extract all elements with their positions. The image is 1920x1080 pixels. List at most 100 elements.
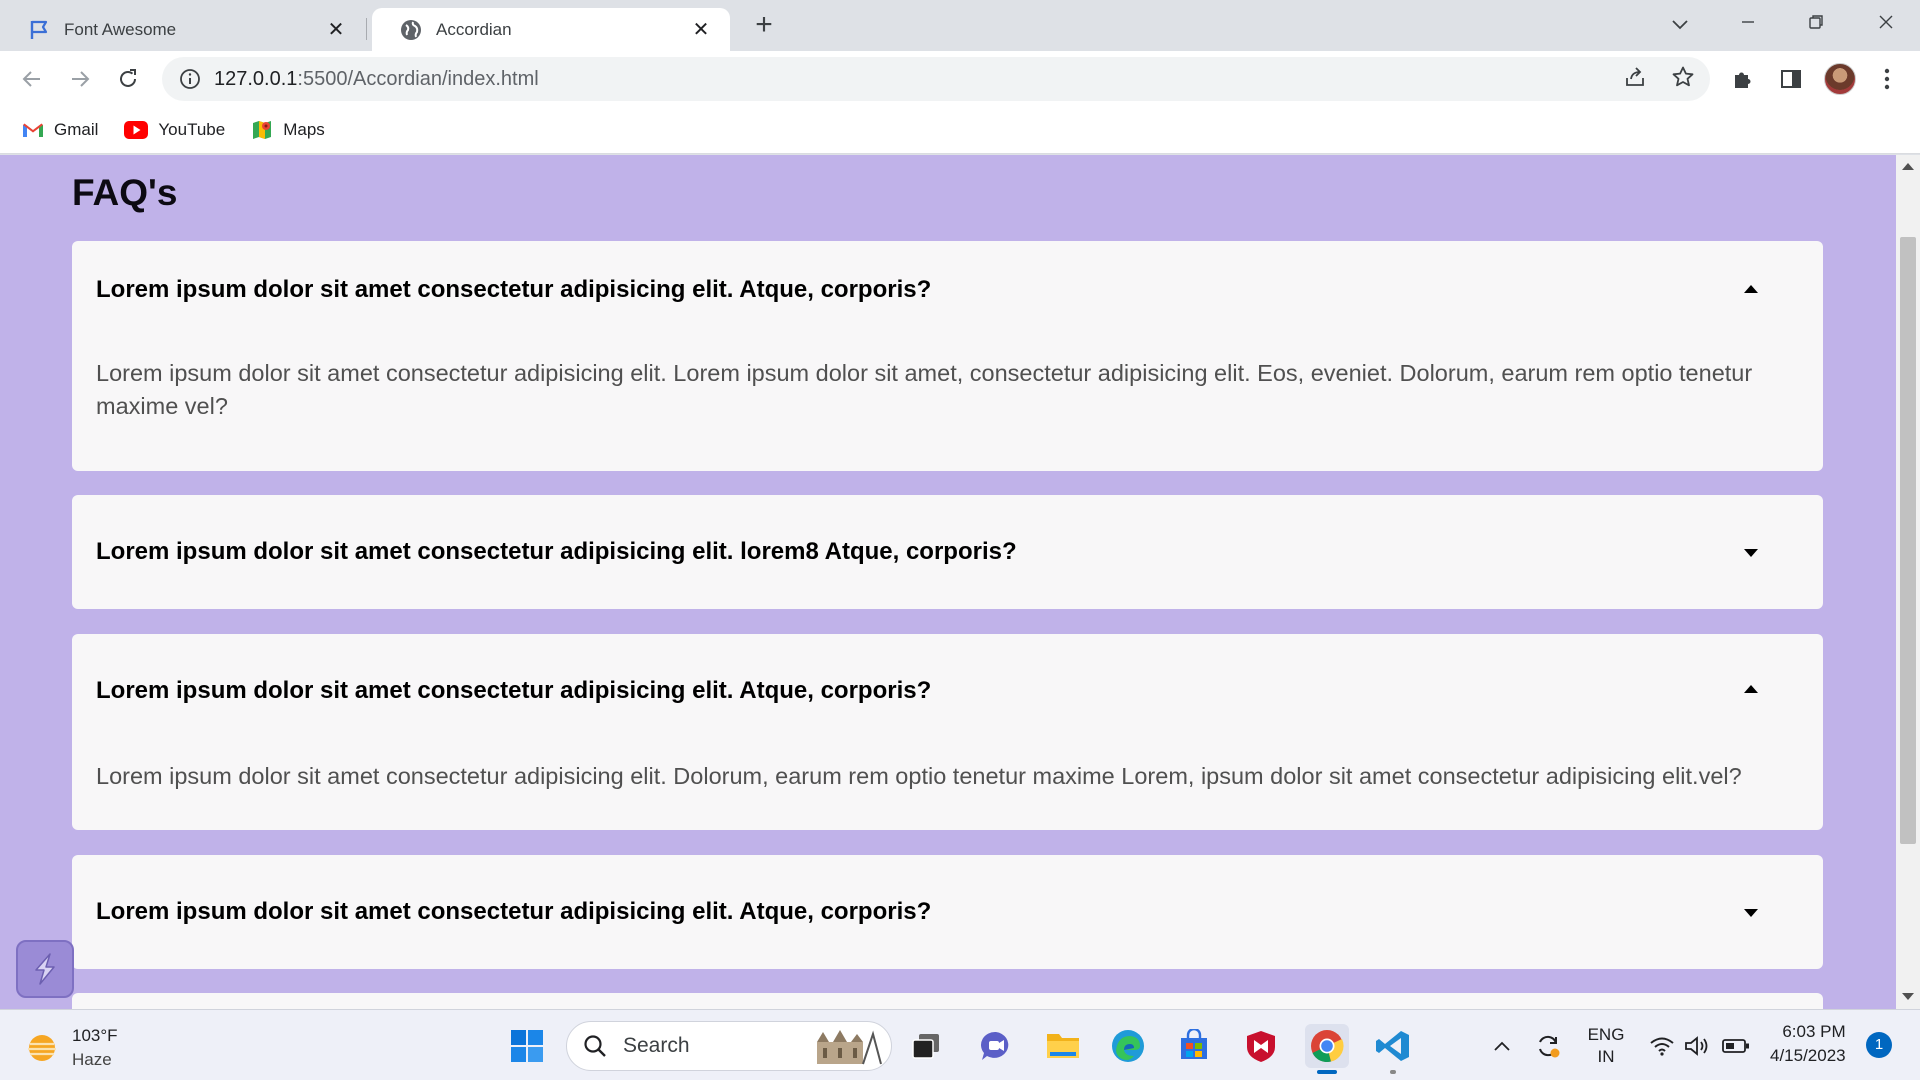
volume-icon[interactable] xyxy=(1683,1024,1713,1068)
clock-time: 6:03 PM xyxy=(1782,1022,1846,1041)
page-scrollbar[interactable] xyxy=(1896,155,1920,1009)
bookmark-label: Maps xyxy=(283,119,325,139)
faq-question[interactable]: Lorem ipsum dolor sit amet consectetur a… xyxy=(96,276,931,304)
faq-answer: Lorem ipsum dolor sit amet consectetur a… xyxy=(96,763,1742,789)
start-button[interactable] xyxy=(505,1024,549,1068)
new-tab-button[interactable]: + xyxy=(748,8,780,44)
page-viewport: FAQ's Lorem ipsum dolor sit amet consect… xyxy=(0,155,1920,1009)
browser-toolbar: 127.0.0.1:5500/Accordian/index.html xyxy=(0,51,1920,106)
language-code: ENG xyxy=(1587,1025,1625,1044)
extensions-puzzle-icon[interactable] xyxy=(1728,64,1758,94)
side-panel-icon[interactable] xyxy=(1776,64,1806,94)
weather-condition: Haze xyxy=(72,1050,112,1069)
scrollbar-thumb[interactable] xyxy=(1900,237,1916,844)
faq-item: Lorem ipsum dolor sit amet consectetur a… xyxy=(72,495,1823,609)
page-title: FAQ's xyxy=(72,172,178,213)
tab-search-icon[interactable] xyxy=(1650,6,1710,42)
caret-down-icon[interactable] xyxy=(1743,908,1759,918)
gmail-icon xyxy=(23,123,43,137)
forward-button[interactable] xyxy=(62,61,98,97)
input-language-indicator[interactable]: ENG IN xyxy=(1584,1024,1628,1068)
restore-button[interactable] xyxy=(1786,6,1846,42)
close-icon[interactable]: ✕ xyxy=(325,17,347,42)
reload-button[interactable] xyxy=(110,61,146,97)
flag-icon xyxy=(30,20,48,39)
info-icon[interactable] xyxy=(178,67,202,91)
search-label: Search xyxy=(623,1034,690,1057)
vscode-button[interactable] xyxy=(1371,1024,1415,1074)
share-icon[interactable] xyxy=(1620,62,1650,92)
tab-title: Accordian xyxy=(436,19,512,39)
teams-chat-button[interactable] xyxy=(974,1024,1018,1068)
search-highlight-illustration-icon xyxy=(817,1030,882,1065)
scroll-up-arrow-icon[interactable] xyxy=(1902,163,1914,170)
bookmark-star-icon[interactable] xyxy=(1668,62,1698,92)
globe-icon xyxy=(401,19,421,40)
bookmark-label: Gmail xyxy=(54,119,99,139)
address-bar[interactable]: 127.0.0.1:5500/Accordian/index.html xyxy=(162,57,1710,101)
mcafee-button[interactable] xyxy=(1239,1024,1283,1068)
tab-strip: Font Awesome ✕ Accordian ✕ + xyxy=(0,0,1920,51)
mcafee-shield-icon xyxy=(1247,1031,1275,1062)
region-code: IN xyxy=(1597,1047,1615,1066)
faq-question[interactable]: Lorem ipsum dolor sit amet consectetur a… xyxy=(96,898,931,926)
edge-browser-button[interactable] xyxy=(1106,1024,1150,1068)
lightning-icon xyxy=(35,953,55,985)
faq-question[interactable]: Lorem ipsum dolor sit amet consectetur a… xyxy=(96,677,931,705)
running-indicator xyxy=(1390,1070,1396,1074)
notification-badge[interactable]: 1 xyxy=(1866,1032,1892,1058)
microsoft-store-button[interactable] xyxy=(1172,1024,1216,1068)
sync-icon[interactable] xyxy=(1532,1024,1564,1068)
chrome-browser-button[interactable] xyxy=(1305,1024,1349,1074)
weather-temp: 103°F xyxy=(72,1026,118,1045)
bookmark-label: YouTube xyxy=(158,119,226,139)
running-indicator xyxy=(1317,1070,1337,1074)
tab-font-awesome[interactable]: Font Awesome ✕ xyxy=(0,8,365,51)
minimize-button[interactable] xyxy=(1718,6,1778,42)
file-explorer-button[interactable] xyxy=(1041,1024,1085,1068)
battery-icon[interactable] xyxy=(1720,1024,1752,1068)
arrow-right-icon xyxy=(72,71,90,87)
faq-item: Lorem ipsum dolor sit amet consectetur a… xyxy=(72,634,1823,830)
close-window-button[interactable] xyxy=(1856,6,1916,42)
tab-accordian[interactable]: Accordian ✕ xyxy=(372,8,730,51)
taskbar-clock[interactable]: 6:03 PM 4/15/2023 xyxy=(1770,1020,1846,1068)
faq-item: Lorem ipsum dolor sit amet consectetur a… xyxy=(72,241,1823,471)
extension-floating-button[interactable] xyxy=(16,940,74,998)
task-view-icon xyxy=(912,1034,939,1059)
tab-separator xyxy=(366,18,367,40)
taskbar-search[interactable]: Search xyxy=(566,1021,892,1071)
folder-icon xyxy=(1047,1034,1079,1058)
close-icon[interactable]: ✕ xyxy=(690,17,712,42)
maps-icon xyxy=(253,120,272,139)
windows-taskbar: 103°F Haze Search ENG IN 6:03 PM 4/15/20… xyxy=(0,1009,1920,1080)
wifi-icon[interactable] xyxy=(1648,1024,1676,1068)
caret-up-icon[interactable] xyxy=(1743,684,1759,694)
faq-question[interactable]: Lorem ipsum dolor sit amet consectetur a… xyxy=(96,538,1017,566)
faq-answer: Lorem ipsum dolor sit amet consectetur a… xyxy=(96,360,1753,419)
bookmark-gmail[interactable]: Gmail xyxy=(22,120,98,140)
url-text: 127.0.0.1:5500/Accordian/index.html xyxy=(214,67,539,90)
profile-avatar[interactable] xyxy=(1824,63,1856,95)
store-icon xyxy=(1181,1029,1207,1059)
arrow-left-icon xyxy=(22,71,40,87)
back-button[interactable] xyxy=(14,61,50,97)
youtube-icon xyxy=(124,120,149,139)
bookmark-maps[interactable]: Maps xyxy=(251,119,325,141)
caret-up-icon[interactable] xyxy=(1743,284,1759,294)
kebab-menu-icon[interactable] xyxy=(1872,64,1902,94)
faq-item: Lorem ipsum dolor sit amet consectetur a… xyxy=(72,855,1823,969)
bookmarks-bar: Gmail YouTube Maps xyxy=(0,106,1920,154)
tab-title: Font Awesome xyxy=(64,19,177,39)
windows-logo-icon xyxy=(511,1030,543,1062)
sun-haze-icon xyxy=(28,1035,56,1061)
tray-overflow-chevron-icon[interactable] xyxy=(1488,1024,1516,1068)
caret-down-icon[interactable] xyxy=(1743,548,1759,558)
scroll-down-arrow-icon[interactable] xyxy=(1902,993,1914,1000)
reload-icon xyxy=(120,69,136,87)
bookmark-youtube[interactable]: YouTube xyxy=(124,120,225,140)
clock-date: 4/15/2023 xyxy=(1770,1046,1846,1065)
chrome-icon xyxy=(1311,1030,1344,1063)
weather-widget[interactable]: 103°F Haze xyxy=(24,1024,118,1072)
task-view-button[interactable] xyxy=(904,1024,948,1068)
